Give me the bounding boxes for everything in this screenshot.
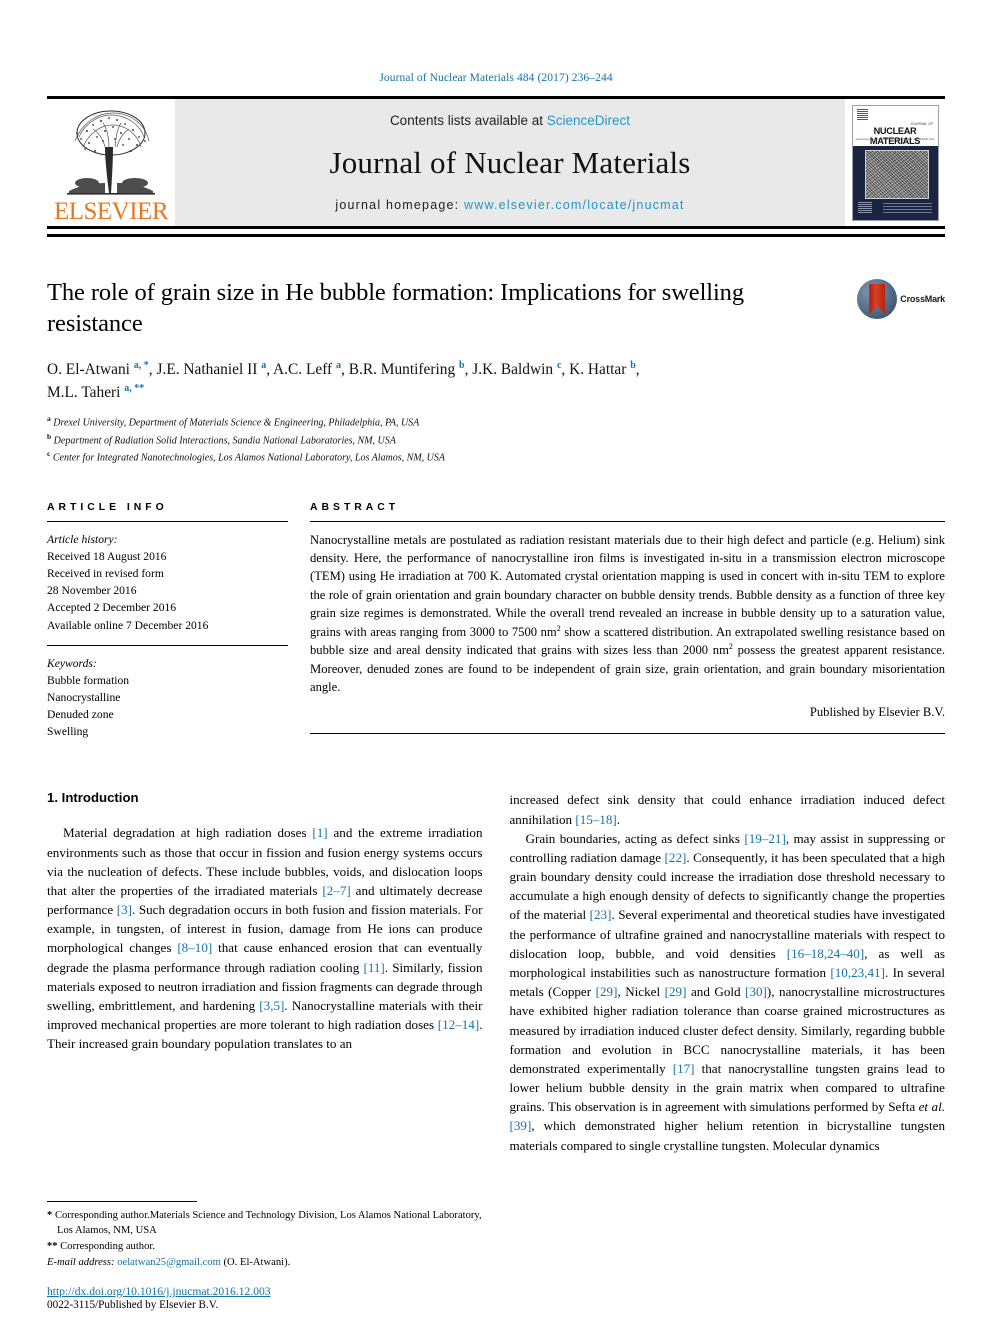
affiliation-item: a Drexel University, Department of Mater… xyxy=(47,413,945,431)
page-title: The role of grain size in He bubble form… xyxy=(47,279,744,338)
abstract-text: Nanocrystalline metals are postulated as… xyxy=(310,532,945,695)
body-column-right: increased defect sink density that could… xyxy=(510,790,946,1154)
crossmark-label: CrossMark xyxy=(900,294,945,304)
title-text-wrap: The role of grain size in He bubble form… xyxy=(47,277,857,340)
keyword-item: Bubble formation xyxy=(47,673,130,687)
affiliation-marker: c xyxy=(47,449,51,459)
journal-masthead: ELSEVIER Contents lists available at Sci… xyxy=(47,96,945,229)
crossmark-badge-group[interactable]: CrossMark xyxy=(857,277,945,319)
body-columns: 1. Introduction Material degradation at … xyxy=(47,790,945,1154)
paper-page: Journal of Nuclear Materials 484 (2017) … xyxy=(0,0,992,1323)
contents-prefix: Contents lists available at xyxy=(389,113,547,128)
journal-banner: Contents lists available at ScienceDirec… xyxy=(175,99,845,226)
title-area: The role of grain size in He bubble form… xyxy=(47,277,945,340)
cover-micrograph xyxy=(864,149,929,199)
elsevier-tree-icon xyxy=(59,107,163,199)
affiliation-marker: a xyxy=(47,414,51,424)
journal-homepage-line: journal homepage: www.elsevier.com/locat… xyxy=(335,198,684,212)
article-info-rule xyxy=(47,520,288,522)
contents-available-line: Contents lists available at ScienceDirec… xyxy=(390,113,630,128)
cover-image: JOURNAL OF NUCLEAR MATERIALS www.elsevie… xyxy=(851,104,939,221)
affiliation-item: c Center for Integrated Nanotechnologies… xyxy=(47,448,945,466)
article-history-label: Article history: xyxy=(47,532,118,546)
article-info-heading: ARTICLE INFO xyxy=(47,501,168,513)
affiliation-text: Center for Integrated Nanotechnologies, … xyxy=(52,452,445,464)
article-info-column: ARTICLE INFO Article history: Received 1… xyxy=(47,502,288,741)
article-history-item: 28 November 2016 xyxy=(47,584,137,598)
cover-footer-mark-icon xyxy=(857,201,872,214)
running-head: Journal of Nuclear Materials 484 (2017) … xyxy=(379,72,613,84)
author-list: O. El-Atwani a, *, J.E. Nathaniel II a, … xyxy=(47,358,945,404)
affiliation-list: a Drexel University, Department of Mater… xyxy=(47,413,945,466)
crossmark-icon xyxy=(857,279,898,319)
author-line-2: M.L. Taheri a, ** xyxy=(47,382,145,402)
footnote-corresponding-1: * Corresponding author.Materials Science… xyxy=(47,1209,482,1236)
cover-publisher-mark-icon xyxy=(856,108,868,121)
cover-footer-text xyxy=(882,202,932,213)
abstract-column: ABSTRACT Nanocrystalline metals are post… xyxy=(310,502,945,741)
keywords-rule xyxy=(47,644,288,646)
section-heading-introduction: 1. Introduction xyxy=(47,790,139,806)
footer-doi-block: http://dx.doi.org/10.1016/j.jnucmat.2016… xyxy=(47,1285,487,1311)
sciencedirect-link[interactable]: ScienceDirect xyxy=(547,113,630,128)
info-abstract-band: ARTICLE INFO Article history: Received 1… xyxy=(47,502,945,741)
masthead-lower-rule xyxy=(47,234,945,237)
cover-subline: www.elsevier.com/locate/jnucmat VOLUME 4… xyxy=(856,137,935,145)
article-history-item: Received 18 August 2016 xyxy=(47,549,167,563)
intro-paragraph-right-2: Grain boundaries, acting as defect sinks… xyxy=(509,830,946,1153)
body-column-left: 1. Introduction Material degradation at … xyxy=(47,790,483,1154)
keyword-item: Swelling xyxy=(47,725,89,739)
elsevier-wordmark: ELSEVIER xyxy=(53,198,169,225)
keyword-item: Nanocrystalline xyxy=(47,690,121,704)
homepage-prefix: journal homepage: xyxy=(335,198,464,212)
abstract-rule xyxy=(310,520,945,522)
affiliation-text: Drexel University, Department of Materia… xyxy=(53,417,420,429)
abstract-heading: ABSTRACT xyxy=(310,501,400,513)
homepage-url-link[interactable]: www.elsevier.com/locate/jnucmat xyxy=(464,198,685,212)
affiliation-marker: b xyxy=(47,431,52,441)
issn-publisher-line: 0022-3115/Published by Elsevier B.V. xyxy=(47,1299,219,1311)
footnote-block: * Corresponding author.Materials Science… xyxy=(47,1200,487,1271)
cover-sub-left: www.elsevier.com/locate/jnucmat xyxy=(855,136,900,141)
footnote-rule xyxy=(47,1200,197,1202)
keywords-label: Keywords: xyxy=(47,656,97,670)
footnote-corresponding-2: ** Corresponding author. xyxy=(47,1240,155,1252)
journal-title: Journal of Nuclear Materials xyxy=(329,145,691,180)
author-line-1: O. El-Atwani a, *, J.E. Nathaniel II a, … xyxy=(47,359,640,378)
elsevier-logo: ELSEVIER xyxy=(47,99,175,226)
affiliation-text: Department of Radiation Solid Interactio… xyxy=(53,435,396,447)
abstract-bottom-rule xyxy=(310,733,945,735)
intro-paragraph-right-1: increased defect sink density that could… xyxy=(509,792,946,827)
footnote-email: E-mail address: oelatwan25@gmail.com (O.… xyxy=(47,1256,291,1268)
doi-link[interactable]: http://dx.doi.org/10.1016/j.jnucmat.2016… xyxy=(47,1285,487,1298)
published-by: Published by Elsevier B.V. xyxy=(809,705,945,720)
cover-sub-right: VOLUME 484 ISSUE JAN 2017 xyxy=(899,136,935,145)
keyword-item: Denuded zone xyxy=(47,708,114,722)
intro-paragraph-left: Material degradation at high radiation d… xyxy=(47,825,483,1052)
journal-cover-thumbnail[interactable]: JOURNAL OF NUCLEAR MATERIALS www.elsevie… xyxy=(845,99,945,226)
article-history-item: Received in revised form xyxy=(47,567,164,581)
affiliation-item: b Department of Radiation Solid Interact… xyxy=(47,431,945,449)
article-history-item: Available online 7 December 2016 xyxy=(47,618,209,632)
article-history-item: Accepted 2 December 2016 xyxy=(47,601,177,615)
